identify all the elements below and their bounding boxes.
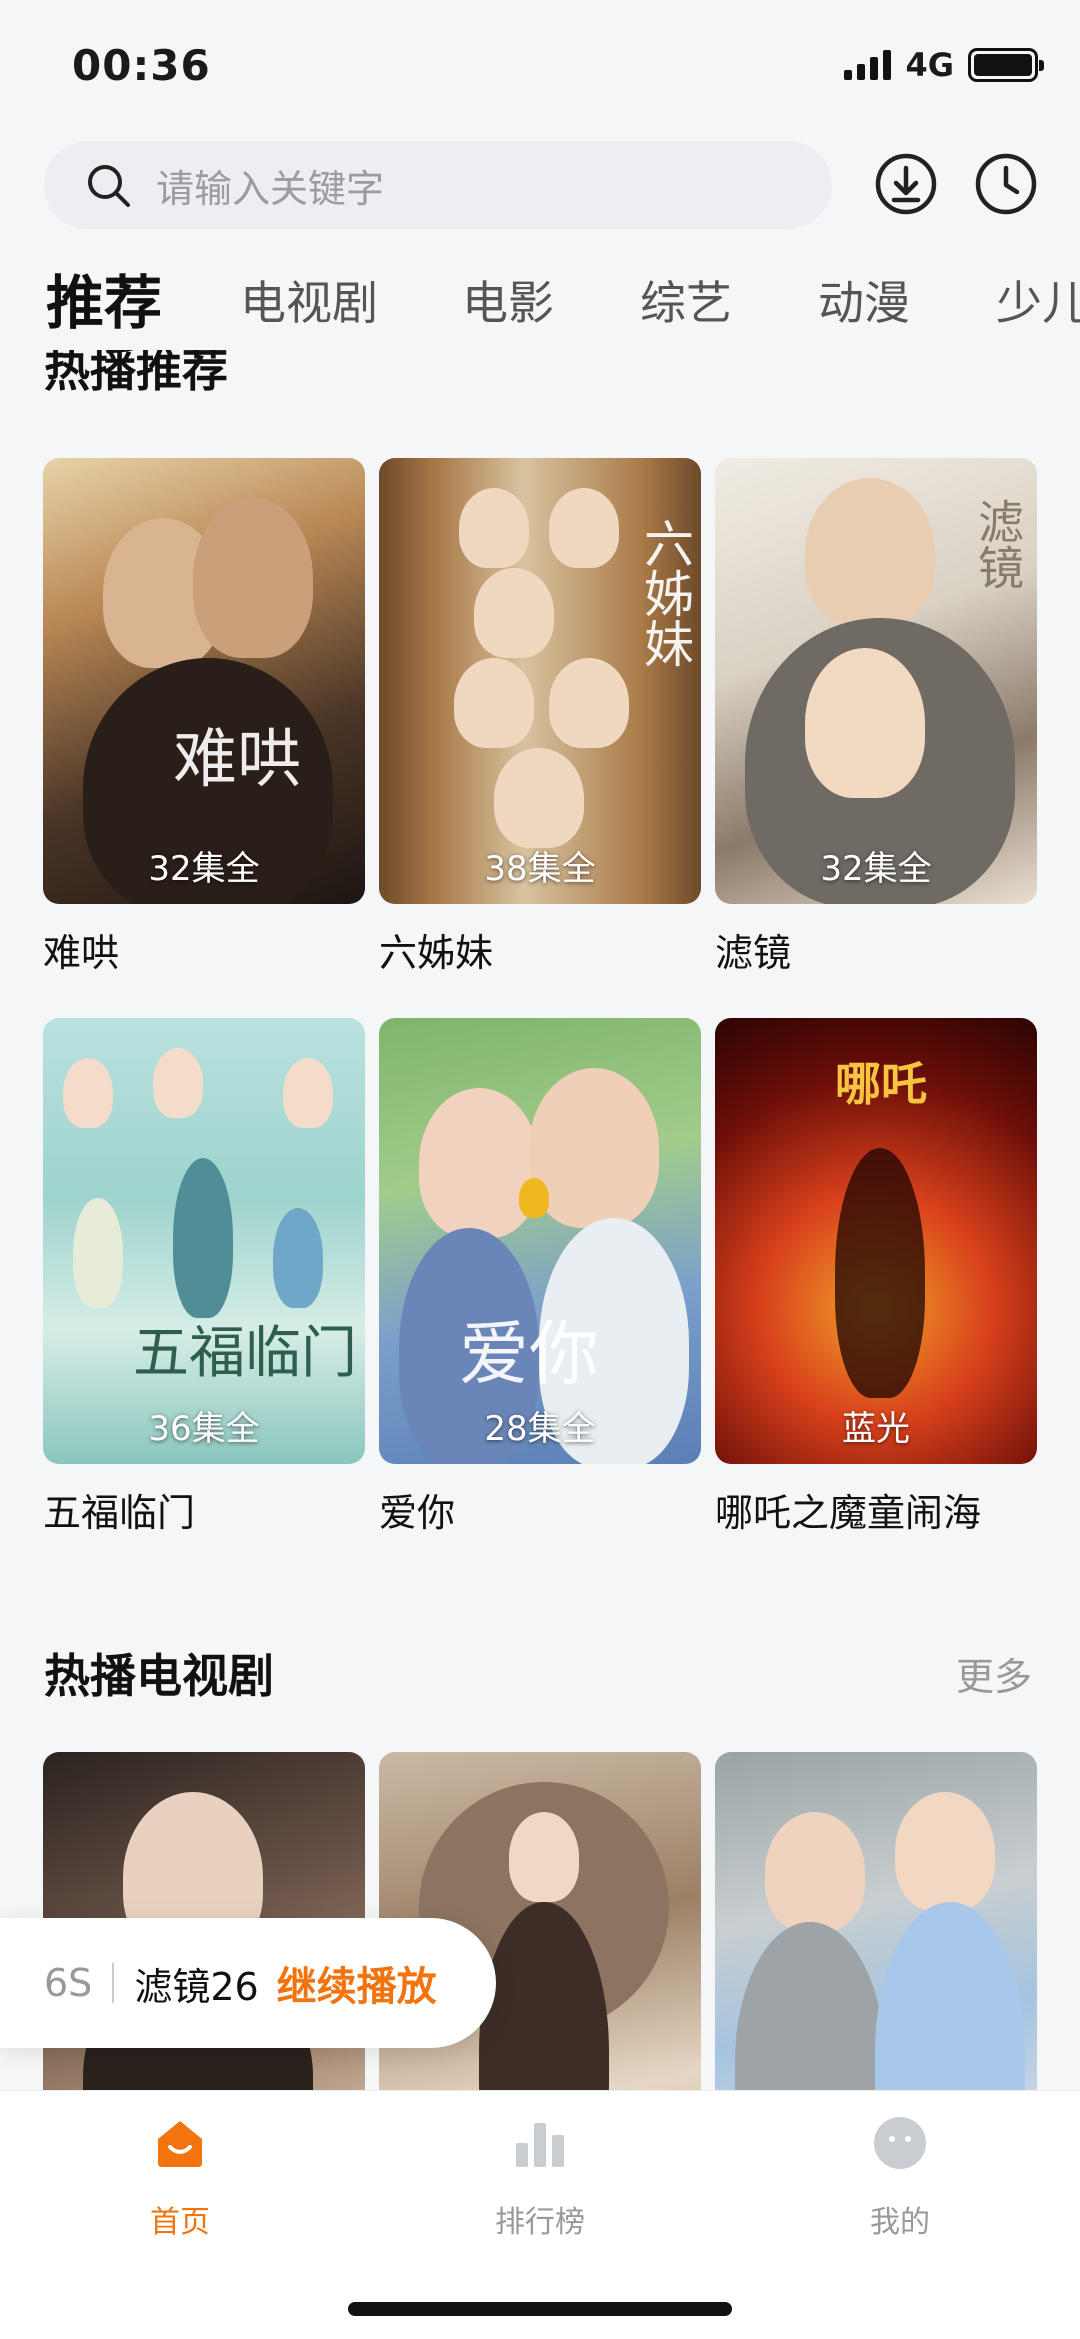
poster-title-art: 滤镜 bbox=[971, 498, 1025, 590]
episode-badge: 36集全 bbox=[148, 1409, 260, 1449]
show-card[interactable] bbox=[715, 1752, 1037, 2090]
continue-play-button[interactable]: 继续播放 bbox=[277, 1954, 437, 2012]
status-bar: 00:36 4G bbox=[0, 0, 1080, 130]
show-card[interactable]: 滤镜 32集全 滤镜 bbox=[715, 458, 1037, 977]
tab-kids[interactable]: 少儿 bbox=[996, 258, 1080, 348]
resume-time: 6S bbox=[44, 1961, 93, 2005]
poster-title-art: 五福临门 bbox=[133, 1321, 357, 1386]
search-input[interactable]: 请输入关键字 bbox=[44, 141, 832, 229]
poster-image bbox=[715, 1752, 1037, 2090]
home-indicator bbox=[348, 2302, 732, 2316]
profile-icon bbox=[874, 2117, 926, 2169]
download-icon[interactable] bbox=[874, 152, 938, 216]
poster-title-art: 哪吒 bbox=[835, 1057, 927, 1111]
poster-image: 六姊妹 38集全 bbox=[379, 458, 701, 904]
network-type: 4G bbox=[905, 46, 954, 84]
poster-image: 爱你 28集全 bbox=[379, 1018, 701, 1464]
tab-variety[interactable]: 综艺 bbox=[640, 258, 732, 348]
poster-image: 难哄 32集全 bbox=[43, 458, 365, 904]
episode-badge: 28集全 bbox=[484, 1409, 596, 1449]
search-placeholder: 请输入关键字 bbox=[156, 166, 385, 211]
section-title-hot-tv: 热播电视剧 bbox=[44, 1649, 274, 1703]
tab-movies[interactable]: 电影 bbox=[462, 258, 554, 348]
section-title-hot-recommend: 热播推荐 bbox=[44, 350, 228, 397]
episode-badge: 32集全 bbox=[148, 849, 260, 889]
category-tabs: 推荐 电视剧 电影 综艺 动漫 少儿 bbox=[0, 258, 1080, 348]
nav-profile[interactable]: 我的 bbox=[800, 2113, 1000, 2241]
show-card[interactable]: 爱你 28集全 爱你 bbox=[379, 1018, 701, 1537]
episode-badge: 32集全 bbox=[820, 849, 932, 889]
signal-icon bbox=[844, 50, 892, 80]
search-icon bbox=[88, 165, 130, 207]
poster-image: 五福临门 36集全 bbox=[43, 1018, 365, 1464]
nav-label: 我的 bbox=[870, 2205, 930, 2240]
nav-home[interactable]: 首页 bbox=[80, 2113, 280, 2241]
resume-title: 滤镜26 bbox=[134, 1964, 259, 2009]
poster-title-art: 爱你 bbox=[459, 1313, 599, 1395]
continue-watching-bar[interactable]: 6S 滤镜26 继续播放 bbox=[0, 1918, 496, 2048]
search-row: 请输入关键字 bbox=[44, 140, 1044, 230]
show-card[interactable]: 哪吒 蓝光 哪吒之魔童闹海 bbox=[715, 1018, 1037, 1537]
poster-title-art: 难哄 bbox=[173, 723, 301, 797]
status-indicators: 4G bbox=[844, 46, 1044, 84]
home-icon bbox=[158, 2121, 202, 2167]
show-card[interactable]: 五福临门 36集全 五福临门 bbox=[43, 1018, 365, 1537]
poster-image: 滤镜 32集全 bbox=[715, 458, 1037, 904]
nav-label: 首页 bbox=[150, 2205, 210, 2240]
nav-ranking[interactable]: 排行榜 bbox=[440, 2113, 640, 2241]
status-time: 00:36 bbox=[72, 40, 211, 90]
nav-label: 排行榜 bbox=[495, 2205, 585, 2240]
show-title: 滤镜 bbox=[715, 931, 792, 975]
battery-icon bbox=[968, 48, 1044, 82]
quality-badge: 蓝光 bbox=[842, 1409, 910, 1449]
bar-chart-icon bbox=[516, 2123, 564, 2167]
show-card[interactable]: 难哄 32集全 难哄 bbox=[43, 458, 365, 977]
show-title: 难哄 bbox=[43, 931, 120, 975]
more-link[interactable]: 更多 bbox=[956, 1646, 1032, 1701]
tab-tv-series[interactable]: 电视剧 bbox=[240, 258, 378, 348]
poster-title-art: 六姊妹 bbox=[636, 518, 694, 668]
show-card[interactable]: 六姊妹 38集全 六姊妹 bbox=[379, 458, 701, 977]
show-title: 六姊妹 bbox=[379, 931, 494, 975]
show-title: 爱你 bbox=[379, 1491, 456, 1535]
poster-image: 哪吒 蓝光 bbox=[715, 1018, 1037, 1464]
show-title: 五福临门 bbox=[43, 1491, 196, 1535]
tab-recommend[interactable]: 推荐 bbox=[46, 258, 162, 348]
clock-icon[interactable] bbox=[974, 152, 1038, 216]
tab-anime[interactable]: 动漫 bbox=[818, 258, 910, 348]
divider bbox=[112, 1963, 115, 2003]
content-feed[interactable]: 热播推荐 难哄 32集全 难哄 六姊妹 38集全 六姊妹 滤镜 32集全 滤镜 … bbox=[0, 350, 1080, 2090]
show-title: 哪吒之魔童闹海 bbox=[715, 1491, 982, 1535]
episode-badge: 38集全 bbox=[484, 849, 596, 889]
